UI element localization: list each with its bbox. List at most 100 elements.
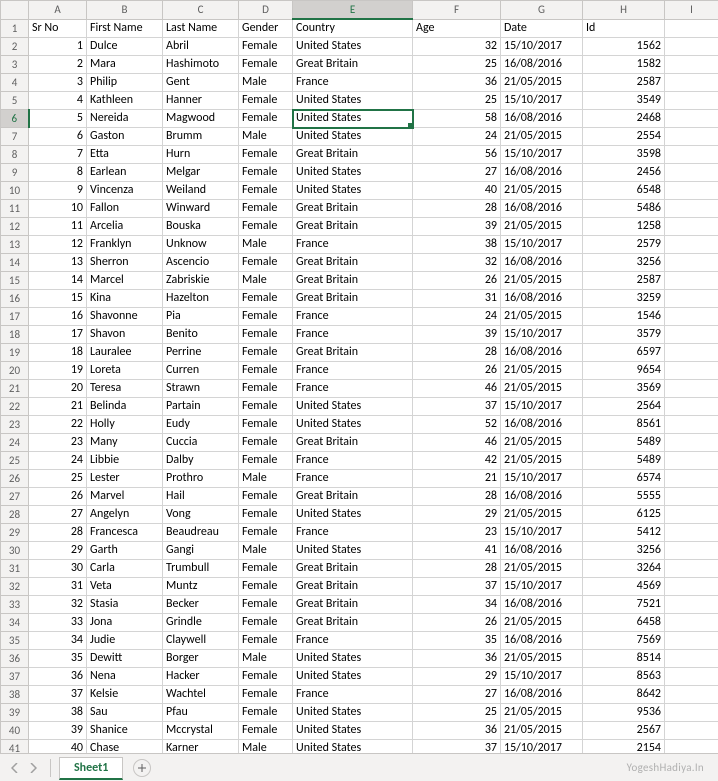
cell[interactable]: United States — [293, 92, 413, 110]
row-header[interactable]: 10 — [1, 182, 29, 200]
cell[interactable]: Fallon — [87, 200, 163, 218]
cell[interactable]: Dewitt — [87, 650, 163, 668]
cell[interactable]: Mara — [87, 56, 163, 74]
row-header[interactable]: 3 — [1, 56, 29, 74]
cell[interactable]: France — [293, 452, 413, 470]
cell[interactable]: Wachtel — [163, 686, 239, 704]
column-header-G[interactable]: G — [501, 1, 583, 20]
cell[interactable]: 13 — [29, 254, 87, 272]
cell[interactable]: 56 — [413, 146, 501, 164]
cell[interactable] — [665, 146, 718, 164]
column-header-I[interactable]: I — [665, 1, 718, 20]
cell[interactable]: 5412 — [583, 524, 665, 542]
cell[interactable]: 27 — [413, 164, 501, 182]
cell[interactable]: Pfau — [163, 704, 239, 722]
cell[interactable]: 38 — [413, 236, 501, 254]
cell[interactable]: 16/08/2016 — [501, 110, 583, 128]
cell[interactable] — [665, 218, 718, 236]
row-header[interactable]: 1 — [1, 19, 29, 38]
cell[interactable]: Karner — [163, 740, 239, 754]
cell[interactable]: Female — [239, 416, 293, 434]
cell[interactable] — [665, 110, 718, 128]
cell[interactable]: 24 — [413, 308, 501, 326]
cell[interactable]: 24 — [413, 128, 501, 146]
cell[interactable]: 8561 — [583, 416, 665, 434]
cell[interactable] — [665, 704, 718, 722]
cell[interactable]: Loreta — [87, 362, 163, 380]
cell[interactable] — [665, 182, 718, 200]
cell[interactable]: Libbie — [87, 452, 163, 470]
cell[interactable]: Etta — [87, 146, 163, 164]
cell[interactable]: Grindle — [163, 614, 239, 632]
cell[interactable]: Strawn — [163, 380, 239, 398]
cell[interactable]: 36 — [413, 650, 501, 668]
cell[interactable]: United States — [293, 668, 413, 686]
cell[interactable]: Francesca — [87, 524, 163, 542]
cell[interactable] — [665, 92, 718, 110]
cell[interactable]: Female — [239, 434, 293, 452]
row-header[interactable]: 33 — [1, 596, 29, 614]
cell[interactable]: 15/10/2017 — [501, 326, 583, 344]
cell[interactable]: Female — [239, 56, 293, 74]
cell[interactable] — [665, 668, 718, 686]
cell[interactable]: 16/08/2016 — [501, 416, 583, 434]
cell[interactable]: 15 — [29, 290, 87, 308]
row-header[interactable]: 6 — [1, 110, 29, 128]
cell[interactable]: Female — [239, 722, 293, 740]
cell[interactable]: 2554 — [583, 128, 665, 146]
cell[interactable]: United States — [293, 38, 413, 56]
cell[interactable]: 19 — [29, 362, 87, 380]
cell[interactable] — [665, 686, 718, 704]
cell[interactable]: 39 — [29, 722, 87, 740]
cell[interactable]: Female — [239, 92, 293, 110]
cell[interactable]: 52 — [413, 416, 501, 434]
cell[interactable]: Hail — [163, 488, 239, 506]
cell[interactable]: France — [293, 236, 413, 254]
cell[interactable]: 3 — [29, 74, 87, 92]
cell[interactable]: 40 — [29, 740, 87, 754]
cell[interactable]: Female — [239, 308, 293, 326]
cell[interactable] — [665, 524, 718, 542]
cell[interactable]: Female — [239, 560, 293, 578]
cell[interactable]: France — [293, 308, 413, 326]
cell[interactable]: 9536 — [583, 704, 665, 722]
cell[interactable]: 21/05/2015 — [501, 650, 583, 668]
cell[interactable]: 6458 — [583, 614, 665, 632]
cell[interactable]: 1562 — [583, 38, 665, 56]
cell[interactable]: Unknow — [163, 236, 239, 254]
cell[interactable] — [665, 74, 718, 92]
row-header[interactable]: 29 — [1, 524, 29, 542]
cell[interactable]: Great Britain — [293, 488, 413, 506]
cell[interactable]: Curren — [163, 362, 239, 380]
column-header-F[interactable]: F — [413, 1, 501, 20]
cell[interactable]: 34 — [413, 596, 501, 614]
column-header-H[interactable]: H — [583, 1, 665, 20]
cell[interactable]: Dulce — [87, 38, 163, 56]
nav-prev-icon[interactable] — [26, 761, 40, 775]
cell[interactable]: Shanice — [87, 722, 163, 740]
cell[interactable]: 24 — [29, 452, 87, 470]
cell[interactable]: 1258 — [583, 218, 665, 236]
cell[interactable]: Garth — [87, 542, 163, 560]
cell[interactable]: Abril — [163, 38, 239, 56]
cell[interactable]: Kina — [87, 290, 163, 308]
cell[interactable]: 11 — [29, 218, 87, 236]
cell[interactable]: 2468 — [583, 110, 665, 128]
cell[interactable]: Prothro — [163, 470, 239, 488]
cell[interactable]: 35 — [413, 632, 501, 650]
cell[interactable]: Shavonne — [87, 308, 163, 326]
row-header[interactable]: 13 — [1, 236, 29, 254]
cell[interactable]: Arcelia — [87, 218, 163, 236]
cell[interactable]: United States — [293, 164, 413, 182]
cell[interactable]: United States — [293, 740, 413, 754]
cell[interactable]: 1 — [29, 38, 87, 56]
cell[interactable]: 42 — [413, 452, 501, 470]
cell[interactable]: Partain — [163, 398, 239, 416]
cell[interactable] — [665, 38, 718, 56]
cell[interactable]: Many — [87, 434, 163, 452]
cell[interactable] — [665, 164, 718, 182]
cell[interactable]: Female — [239, 380, 293, 398]
cell[interactable]: 26 — [413, 272, 501, 290]
cell[interactable]: Great Britain — [293, 434, 413, 452]
cell[interactable]: 41 — [413, 542, 501, 560]
